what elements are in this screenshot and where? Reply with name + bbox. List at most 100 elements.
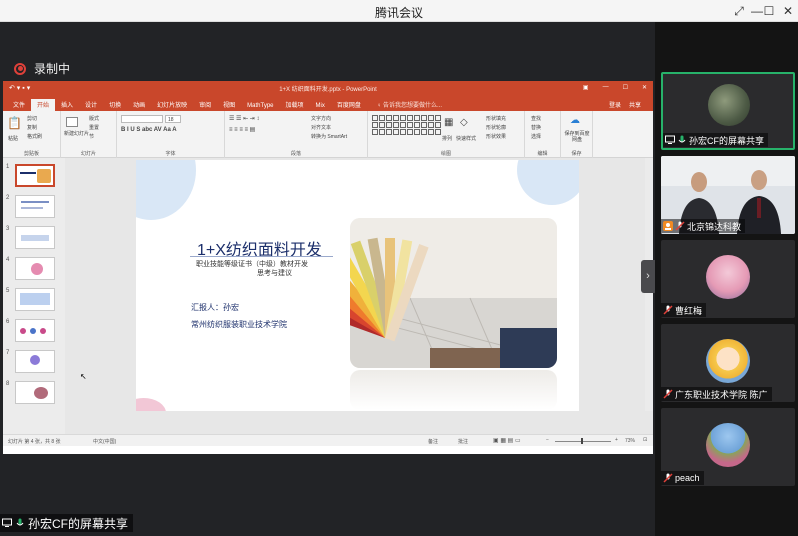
thumbnail-7[interactable]: 7 <box>6 350 55 373</box>
font-format-buttons[interactable]: B I U S abc AV Aa A <box>121 127 177 133</box>
restore-icon[interactable]: ⤢ <box>730 2 748 20</box>
thumbnail-preview <box>15 350 55 373</box>
decor-circle <box>136 160 196 220</box>
copy-button[interactable]: 复制 <box>27 124 37 131</box>
zoom-out-button[interactable]: − <box>546 437 549 443</box>
list-buttons[interactable]: ☰ ☰ ⇤ ⇥ ↕ <box>229 115 259 122</box>
align-text-button[interactable]: 对齐文本 <box>311 124 331 131</box>
participant-tile-guangdong[interactable]: 广东职业技术学院 陈广 <box>661 324 795 402</box>
thumbnail-6[interactable]: 6 <box>6 319 55 342</box>
participant-tile-screen-share[interactable]: 孙宏CF的屏幕共享 <box>661 72 795 150</box>
fit-slide-icon[interactable]: ⊡ <box>643 437 647 443</box>
thumbnail-5[interactable]: 5 <box>6 288 55 311</box>
arrange-icon[interactable]: ▦ <box>444 117 453 128</box>
tab-transitions[interactable]: 切换 <box>103 99 127 111</box>
replace-button[interactable]: 替换 <box>531 124 541 131</box>
participant-name: 孙宏CF的屏幕共享 <box>689 135 764 146</box>
zoom-slider-handle[interactable] <box>581 438 583 444</box>
shapes-gallery[interactable] <box>372 115 441 135</box>
thumbnail-4[interactable]: 4 <box>6 257 55 280</box>
text-direction-button[interactable]: 文字方向 <box>311 115 331 122</box>
share-link[interactable]: 共享 <box>629 100 641 109</box>
participant-label: 广东职业技术学院 陈广 <box>661 387 772 401</box>
screen-share-label: 孙宏CF的屏幕共享 <box>0 514 133 532</box>
view-buttons[interactable]: ▣ ▦ ▤ ▭ <box>493 437 521 444</box>
font-group-label: 字体 <box>165 151 176 157</box>
thumbnail-3[interactable]: 3 <box>6 226 55 249</box>
login-link[interactable]: 登录 <box>609 100 621 109</box>
panel-toggle-chevron-icon[interactable]: › <box>641 260 655 293</box>
ppt-ribbon-tabs: 文件 开始 插入 设计 切换 动画 幻灯片放映 审阅 视图 MathType 加… <box>3 98 653 111</box>
zoom-slider[interactable] <box>555 441 611 442</box>
tab-animations[interactable]: 动画 <box>127 99 151 111</box>
shape-effects-button[interactable]: 形状效果 <box>486 133 506 140</box>
paste-button[interactable]: 粘贴 <box>8 135 18 142</box>
tab-addins[interactable]: 加载项 <box>280 99 310 111</box>
participant-name: 广东职业技术学院 陈广 <box>675 389 768 400</box>
powerpoint-window: ↶ ▾ ▪ ▾ 1+X 纺织面料开发.pptx - PowerPoint ▣ — ☐… <box>3 81 653 454</box>
tab-review[interactable]: 审阅 <box>193 99 217 111</box>
tab-insert[interactable]: 插入 <box>55 99 79 111</box>
shape-fill-button[interactable]: 形状填充 <box>486 115 506 122</box>
maximize-button[interactable]: ☐ <box>760 2 778 20</box>
quick-styles-icon[interactable]: ◇ <box>460 117 468 128</box>
paste-icon[interactable]: 📋 <box>7 116 22 130</box>
font-name-box[interactable] <box>121 115 163 123</box>
shape-outline-button[interactable]: 形状轮廓 <box>486 124 506 131</box>
tab-design[interactable]: 设计 <box>79 99 103 111</box>
avatar <box>706 255 750 299</box>
align-buttons[interactable]: ≡ ≡ ≡ ≡ ▤ <box>229 126 255 133</box>
thumbnail-preview <box>15 381 55 404</box>
editing-group-label: 编辑 <box>537 151 548 157</box>
tab-file[interactable]: 文件 <box>7 99 31 111</box>
tab-slideshow[interactable]: 幻灯片放映 <box>151 99 193 111</box>
baidu-cloud-icon[interactable]: ☁ <box>570 115 580 126</box>
record-icon <box>14 62 26 75</box>
tab-mathtype[interactable]: MathType <box>241 102 279 111</box>
ppt-window-controls[interactable]: ▣ — ☐ ✕ <box>583 84 647 91</box>
recording-indicator[interactable]: 录制中 <box>14 60 70 77</box>
participant-label: 孙宏CF的屏幕共享 <box>663 133 768 147</box>
tab-mix[interactable]: Mix <box>310 102 331 111</box>
participant-tile-peach[interactable]: peach <box>661 408 795 486</box>
cut-button[interactable]: 剪切 <box>27 115 37 122</box>
zoom-level[interactable]: 73% <box>625 438 635 444</box>
tab-home[interactable]: 开始 <box>31 99 56 111</box>
fabric-swatch-photo <box>350 218 557 368</box>
thumbnail-number: 1 <box>6 164 10 170</box>
thumbnail-1[interactable]: 1 <box>6 164 55 187</box>
thumbnail-number: 3 <box>6 226 10 232</box>
arrange-button[interactable]: 排列 <box>442 135 452 142</box>
smartart-button[interactable]: 转换为 SmartArt <box>311 133 347 140</box>
recording-label: 录制中 <box>34 62 71 76</box>
participant-tile-cao[interactable]: 曹红梅 <box>661 240 795 318</box>
language-indicator[interactable]: 中文(中国) <box>93 438 116 445</box>
mic-muted-icon <box>663 389 673 399</box>
zoom-in-button[interactable]: + <box>615 437 618 443</box>
notes-button[interactable]: 备注 <box>428 438 438 445</box>
tell-me-search[interactable]: ♀ 告诉我您想要做什么... <box>371 99 448 111</box>
find-button[interactable]: 查找 <box>531 115 541 122</box>
format-painter-button[interactable]: 格式刷 <box>27 133 42 140</box>
thumbnail-2[interactable]: 2 <box>6 195 55 218</box>
new-slide-icon[interactable] <box>66 117 78 127</box>
current-slide[interactable]: 1+X纺织面料开发 职业技能等级证书（中级）教材开发 思考与建议 汇报人：孙宏 … <box>136 160 579 411</box>
ppt-workspace: 1 2 3 4 5 6 7 8 ↖ 1+X纺织面料开发 职业技能等级证书（中级）… <box>3 158 653 434</box>
reset-button[interactable]: 重置 <box>89 124 99 131</box>
thumbnail-preview <box>15 319 55 342</box>
thumbnail-8[interactable]: 8 <box>6 381 55 404</box>
tab-view[interactable]: 视图 <box>217 99 241 111</box>
participant-tile-beijing[interactable]: 北京锦达科教 <box>661 156 795 234</box>
close-button[interactable]: ✕ <box>779 2 797 20</box>
font-size-box[interactable]: 18 <box>165 115 181 123</box>
comments-button[interactable]: 批注 <box>458 438 468 445</box>
mic-icon <box>16 518 24 526</box>
save-baidu-button[interactable]: 保存到百度网盘 <box>563 131 591 143</box>
select-button[interactable]: 选择 <box>531 133 541 140</box>
thumbnail-preview <box>15 226 55 249</box>
section-button[interactable]: 节 <box>89 133 94 140</box>
new-slide-button[interactable]: 新建幻灯片 <box>64 131 90 137</box>
layout-button[interactable]: 版式 <box>89 115 99 122</box>
tab-baidu[interactable]: 百度网盘 <box>331 99 367 111</box>
quick-styles-button[interactable]: 快速样式 <box>456 135 476 142</box>
